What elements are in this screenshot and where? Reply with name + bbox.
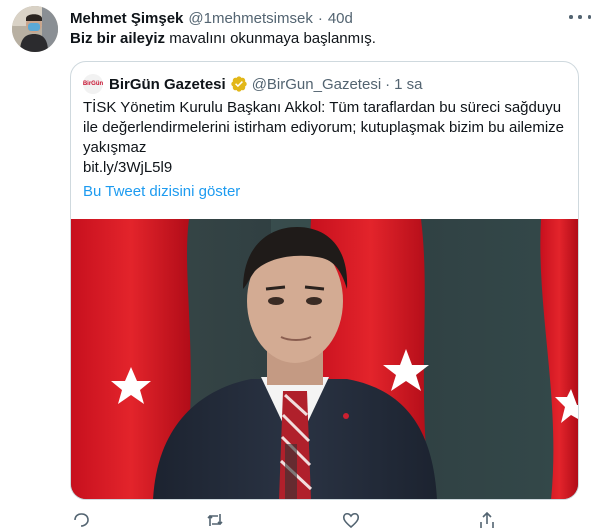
author-name[interactable]: Mehmet Şimşek <box>70 10 183 27</box>
separator: · <box>317 9 323 27</box>
reply-icon[interactable] <box>72 512 90 528</box>
show-thread-link[interactable]: Bu Tweet dizisini göster <box>83 182 240 202</box>
quoted-tweet-text: TİSK Yönetim Kurulu Başkanı Akkol: Tüm t… <box>83 99 565 156</box>
quoted-tweet-link[interactable]: bit.ly/3WjL5l9 <box>83 158 172 178</box>
quoted-avatar: BirGün <box>83 74 103 94</box>
quoted-author-handle: @BirGun_Gazetesi <box>251 75 382 93</box>
verified-badge-icon <box>230 75 248 93</box>
author-handle[interactable]: @1mehmetsimsek <box>188 10 312 27</box>
quoted-tweet-time: 1 sa <box>394 75 423 93</box>
avatar[interactable] <box>12 6 58 52</box>
tweet-text-bold: Biz bir aileyiz <box>70 30 166 47</box>
tweet[interactable]: Mehmet Şimşek @1mehmetsimsek · 40d Biz b… <box>0 0 605 528</box>
tweet-actions <box>70 511 510 528</box>
quoted-author-name: BirGün Gazetesi <box>109 75 226 93</box>
share-icon[interactable] <box>478 511 496 528</box>
quoted-tweet-header: BirGün BirGün Gazetesi @BirGun_Gazetesi … <box>83 74 423 94</box>
tweet-time[interactable]: 40d <box>328 10 353 27</box>
retweet-icon[interactable] <box>206 512 224 528</box>
tweet-header: Mehmet Şimşek @1mehmetsimsek · 40d <box>70 8 585 28</box>
quoted-tweet[interactable]: BirGün BirGün Gazetesi @BirGun_Gazetesi … <box>70 61 579 500</box>
like-icon[interactable] <box>342 512 360 528</box>
more-icon[interactable] <box>569 8 591 26</box>
quoted-tweet-photo[interactable] <box>71 219 578 499</box>
tweet-text-rest: mavalını okunmaya başlanmış. <box>165 30 376 47</box>
tweet-text: Biz bir aileyiz mavalını okunmaya başlan… <box>70 29 376 49</box>
separator: · <box>385 75 391 93</box>
